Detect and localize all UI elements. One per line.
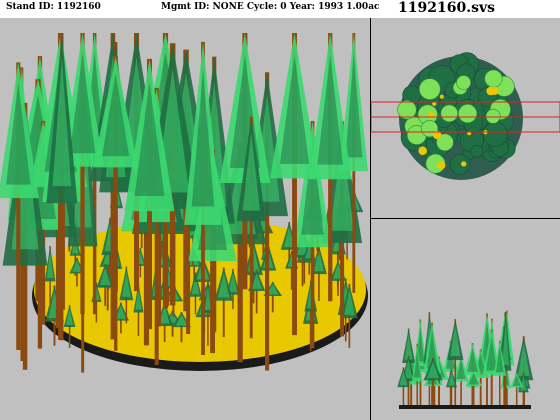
plan-crown-highlight xyxy=(440,104,459,123)
file-name-label: 1192160.svs xyxy=(398,0,495,16)
plan-crown-highlight xyxy=(418,78,441,100)
title-bar: Stand ID: 1192160 Mgmt ID: NONE Cycle: 0… xyxy=(0,0,560,18)
plan-ground-gap xyxy=(439,94,444,99)
plan-crown-highlight xyxy=(397,100,417,120)
plan-crown xyxy=(449,154,471,175)
plan-ground-gap xyxy=(437,161,446,170)
plan-crown-highlight xyxy=(458,104,478,124)
plan-crown-highlight xyxy=(484,69,503,88)
perspective-view[interactable] xyxy=(0,18,370,420)
tree-layer xyxy=(0,33,368,373)
plan-crown-highlight xyxy=(485,108,501,124)
plan-crown-highlight xyxy=(456,75,471,90)
plan-ground-gap xyxy=(490,86,499,95)
stand-id-label: Stand ID: 1192160 xyxy=(6,2,101,12)
plan-ground-gap xyxy=(418,146,427,155)
plan-canvas[interactable] xyxy=(371,18,560,218)
plan-ground-gap xyxy=(461,161,467,167)
profile-view[interactable] xyxy=(371,219,560,420)
overhead-plan-view[interactable] xyxy=(371,18,560,218)
profile-ground-strip xyxy=(399,405,531,409)
plan-crown xyxy=(482,121,508,147)
management-info-label: Mgmt ID: NONE Cycle: 0 Year: 1993 1.00ac xyxy=(161,2,380,12)
plan-crown xyxy=(470,144,484,158)
perspective-canvas[interactable] xyxy=(0,18,370,420)
profile-tree-layer xyxy=(397,310,534,405)
profile-canvas[interactable] xyxy=(371,219,560,420)
